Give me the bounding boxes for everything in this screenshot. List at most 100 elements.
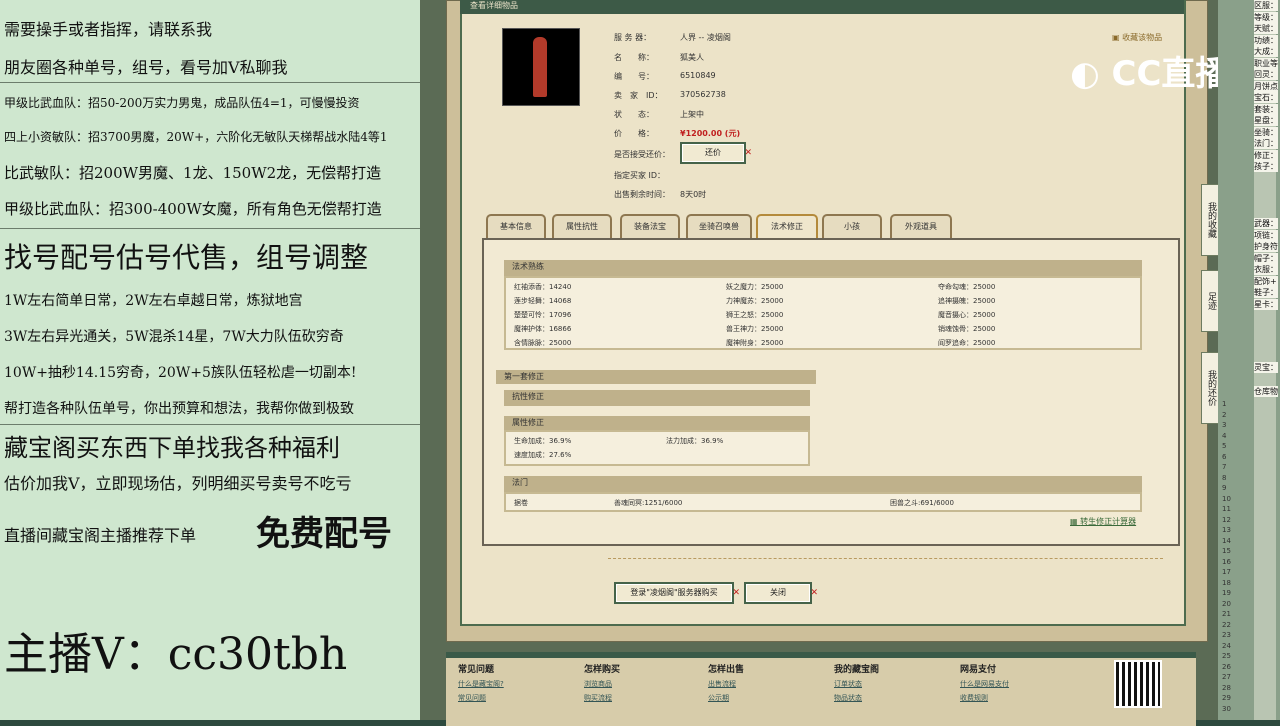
attribute-label: 月饼点 — [1254, 80, 1278, 92]
skill-cell: 销魂蚀骨：25000 — [938, 325, 996, 333]
row-number: 29 — [1222, 694, 1231, 702]
footer-link[interactable]: 购买流程 — [584, 693, 620, 703]
footer-column: 网易支付 什么是网易支付 收费规则 — [960, 658, 1009, 703]
close-icon: ✕ — [732, 588, 740, 598]
row-number: 11 — [1222, 505, 1231, 513]
tab-appearance[interactable]: 外观道具 — [890, 214, 952, 240]
promo-line: 四上小资敏队：招3700男魔，20W+，六阶化无敏队天梯帮战水陆4等1 — [4, 130, 388, 144]
row-number: 14 — [1222, 536, 1231, 545]
tab-label: 坐骑召唤兽 — [699, 222, 739, 231]
row-number: 25 — [1222, 652, 1231, 660]
footer-link[interactable]: 收费规则 — [960, 693, 1009, 703]
row-number: 18 — [1222, 578, 1231, 587]
row-number: 26 — [1222, 662, 1231, 671]
tab-child[interactable]: 小孩 — [822, 214, 882, 240]
footer-column: 怎样购买 浏览商品 购买流程 — [584, 658, 620, 703]
footer-link[interactable]: 订单状态 — [834, 679, 879, 689]
calculator-icon: ▦ — [1070, 517, 1081, 526]
row-number: 9 — [1222, 484, 1227, 492]
tab-skill-fix[interactable]: 法术修正 — [756, 214, 818, 240]
section-title: 法术熟练 — [512, 262, 544, 271]
section-title: 法门 — [512, 478, 528, 487]
footprint-button[interactable]: 足迹 — [1201, 270, 1219, 332]
promo-line: 帮打造各种队伍单号，你出预算和想法，我帮你做到极致 — [4, 401, 354, 417]
footer-heading: 怎样出售 — [708, 665, 745, 675]
footer-column: 怎样出售 出售流程 公示期 — [708, 658, 744, 703]
vert-label: 我的还价 — [1206, 370, 1216, 406]
footer-link[interactable]: 公示期 — [708, 693, 744, 703]
close-button[interactable]: 关闭 ✕ — [744, 582, 818, 604]
promo-line: 藏宝阁买东西下单找我各种福利 — [4, 434, 340, 462]
section-title: 第一套修正 — [504, 372, 544, 381]
footer-link[interactable]: 常见问题 — [458, 693, 504, 703]
streamer-contact: 主播V：cc30tbh — [4, 629, 348, 680]
footer-heading: 怎样购买 — [584, 665, 621, 675]
row-number: 15 — [1222, 547, 1231, 555]
tab-equipment[interactable]: 装备法宝 — [620, 214, 680, 240]
row-number: 6 — [1222, 452, 1227, 461]
login-buy-label: 登录"凌烟阁"服务器购买 — [630, 588, 718, 597]
attribute-label: 天赋： — [1254, 23, 1278, 34]
attribute-label: 武器： — [1254, 218, 1278, 229]
promo-line: 找号配号估号代售，组号调整 — [4, 241, 369, 274]
attribute-label: 等级： — [1254, 11, 1278, 23]
footer-link[interactable]: 物品状态 — [834, 693, 879, 703]
qr-code-icon — [1114, 660, 1162, 708]
promo-line: 甲级比武血队：招50-200万实力男鬼，成品队伍4=1，可慢慢投资 — [4, 96, 360, 110]
my-favorites-button[interactable]: 我的收藏 — [1201, 184, 1219, 256]
skill-train-table: 红袖添香：14240 妖之魔力：25000 夺命勾魂：25000 莲步轻舞：14… — [504, 276, 1142, 350]
game-window: 服 务 器： 人界 -- 凌烟阁 名 称： 狐美人 编 号： 6510849 卖… — [420, 0, 1280, 726]
attribute-label: 衣服： — [1254, 264, 1278, 275]
window-title: 查看详细物品 — [470, 1, 518, 10]
calc-link[interactable]: ▦ 转生修正计算器 — [1070, 516, 1136, 527]
footer-link[interactable]: 什么是网易支付 — [960, 679, 1009, 689]
skill-cell: 狮王之怒：25000 — [726, 311, 784, 319]
tab-content: 法术熟练 红袖添香：14240 妖之魔力：25000 夺命勾魂：25000 莲步… — [482, 238, 1180, 546]
footer-heading: 我的藏宝阁 — [834, 665, 880, 675]
footer-link[interactable]: 什么是藏宝阁? — [458, 679, 504, 689]
skill-cell: 魔神护体：16866 — [514, 325, 572, 333]
counter-offer-label: 还价 — [705, 148, 721, 157]
id-value: 6510849 — [680, 71, 716, 80]
counter-label: 是否接受还价： — [614, 150, 670, 159]
promo-line: 朋友圈各种单号，组号，看号加V私聊我 — [4, 58, 288, 77]
divider — [608, 558, 1163, 560]
first-fix-header: 第一套修正 — [496, 370, 816, 384]
promo-line: 直播间藏宝阁主播推荐下单 — [4, 526, 197, 545]
price-label: 价 格： — [614, 129, 654, 138]
row-number: 17 — [1222, 568, 1231, 576]
buyer-label: 指定买家 ID： — [614, 171, 666, 180]
attribute-label: 坐骑： — [1254, 126, 1278, 138]
server-label: 服 务 器： — [614, 33, 652, 42]
favorite-link[interactable]: ▣ 收藏该物品 — [1112, 32, 1162, 43]
counter-offer-button[interactable]: 还价 ✕ — [680, 142, 752, 164]
row-number: 2 — [1222, 410, 1227, 419]
tab-attributes[interactable]: 属性抗性 — [552, 214, 612, 240]
tab-mounts[interactable]: 坐骑召唤兽 — [686, 214, 752, 240]
character-portrait — [502, 28, 580, 106]
site-footer: 常见问题 什么是藏宝阁? 常见问题 怎样购买 浏览商品 购买流程 怎样出售 出售… — [446, 652, 1196, 726]
vert-label: 我的收藏 — [1206, 202, 1216, 238]
section-title: 属性修正 — [512, 418, 544, 427]
promo-line: 10W+抽秒14.15穷奇，20W+5族队伍轻松虐一切副本! — [4, 365, 357, 381]
row-number: 27 — [1222, 673, 1231, 681]
id-label: 编 号： — [614, 72, 654, 81]
row-number: 13 — [1222, 526, 1231, 534]
tab-label: 装备法宝 — [634, 222, 666, 231]
tab-label: 法术修正 — [771, 222, 803, 231]
login-buy-button[interactable]: 登录"凌烟阁"服务器购买 ✕ — [614, 582, 740, 604]
footer-link[interactable]: 出售流程 — [708, 679, 744, 689]
footer-column: 我的藏宝阁 订单状态 物品状态 — [834, 658, 879, 703]
divider — [0, 424, 420, 425]
resist-fix-header: 抗性修正 — [504, 390, 810, 406]
promo-line: 估价加我V，立即现场估，列明细买号卖号不吃亏 — [4, 474, 352, 493]
attribute-label: 灵宝： — [1254, 362, 1278, 373]
seller-value: 370562738 — [680, 90, 726, 99]
attribute-label: 护身符 — [1254, 241, 1278, 252]
attribute-label: 功绩： — [1254, 34, 1278, 46]
attribute-label: 配饰+ — [1254, 275, 1278, 287]
skill-cell: 含情脉脉：25000 — [514, 339, 572, 347]
footer-link[interactable]: 浏览商品 — [584, 679, 620, 689]
tab-basic-info[interactable]: 基本信息 — [486, 214, 546, 240]
my-counter-offers-button[interactable]: 我的还价 — [1201, 352, 1219, 424]
